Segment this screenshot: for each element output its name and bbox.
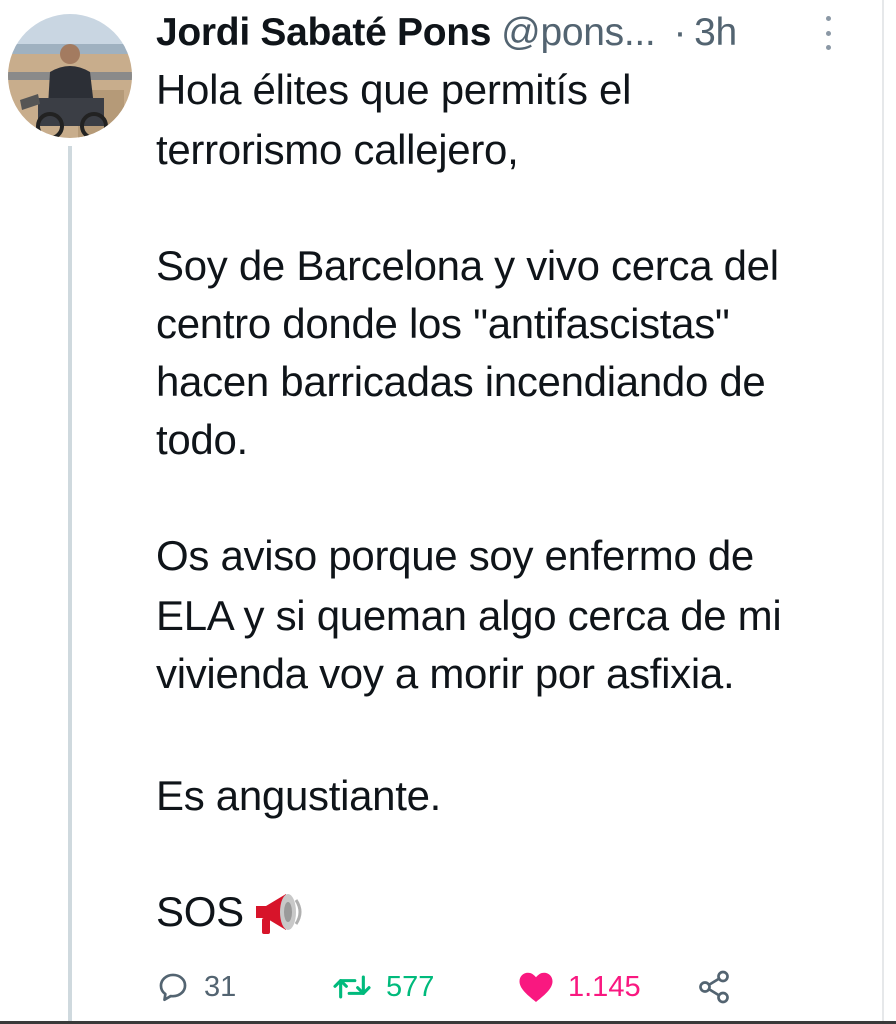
heart-icon (519, 972, 553, 1002)
tweet-actions: 31 577 1.145 (156, 962, 796, 1012)
share-icon (699, 970, 729, 1004)
tweet-text-line: vivienda voy a morir por asfixia. (156, 650, 735, 697)
tweet-text-line: centro donde los "antifascistas" (156, 300, 730, 347)
tweet-text-line: Soy de Barcelona y vivo cerca del (156, 242, 779, 289)
like-button[interactable]: 1.145 (518, 962, 641, 1012)
tweet-timestamp[interactable]: 3h (694, 11, 737, 55)
tweet-text-line: Es angustiante. (156, 772, 442, 819)
avatar[interactable] (8, 14, 132, 138)
frame-edge (882, 0, 884, 1024)
reply-button[interactable]: 31 (156, 962, 236, 1012)
tweet-text-line: ELA y si queman algo cerca de mi (156, 592, 782, 639)
author-name[interactable]: Jordi Sabaté Pons (156, 11, 491, 55)
tweet-text-line: terrorismo callejero, (156, 126, 519, 173)
share-button[interactable] (696, 962, 732, 1012)
author-handle[interactable]: @pons... (501, 11, 656, 55)
tweet-text-sos: SOS (156, 888, 244, 935)
tweet-text-line: Os aviso porque soy enfermo de (156, 532, 754, 579)
megaphone-icon (256, 894, 302, 934)
retweet-count: 577 (386, 970, 435, 1003)
header-separator: · (673, 11, 687, 54)
tweet-text-line: todo. (156, 416, 248, 463)
reply-icon (159, 973, 187, 1002)
avatar-photo (8, 14, 132, 138)
retweet-button[interactable]: 577 (332, 962, 434, 1012)
like-count: 1.145 (568, 970, 641, 1003)
tweet-header: Jordi Sabaté Pons @pons... · 3h (156, 6, 836, 60)
tweet-text-line: Hola élites que permitís el (156, 66, 632, 113)
more-options-icon[interactable] (822, 16, 834, 50)
thread-line (68, 146, 72, 1024)
tweet-text-line: hacen barricadas incendiando de (156, 358, 766, 405)
reply-count: 31 (204, 970, 237, 1003)
retweet-icon (333, 975, 371, 999)
